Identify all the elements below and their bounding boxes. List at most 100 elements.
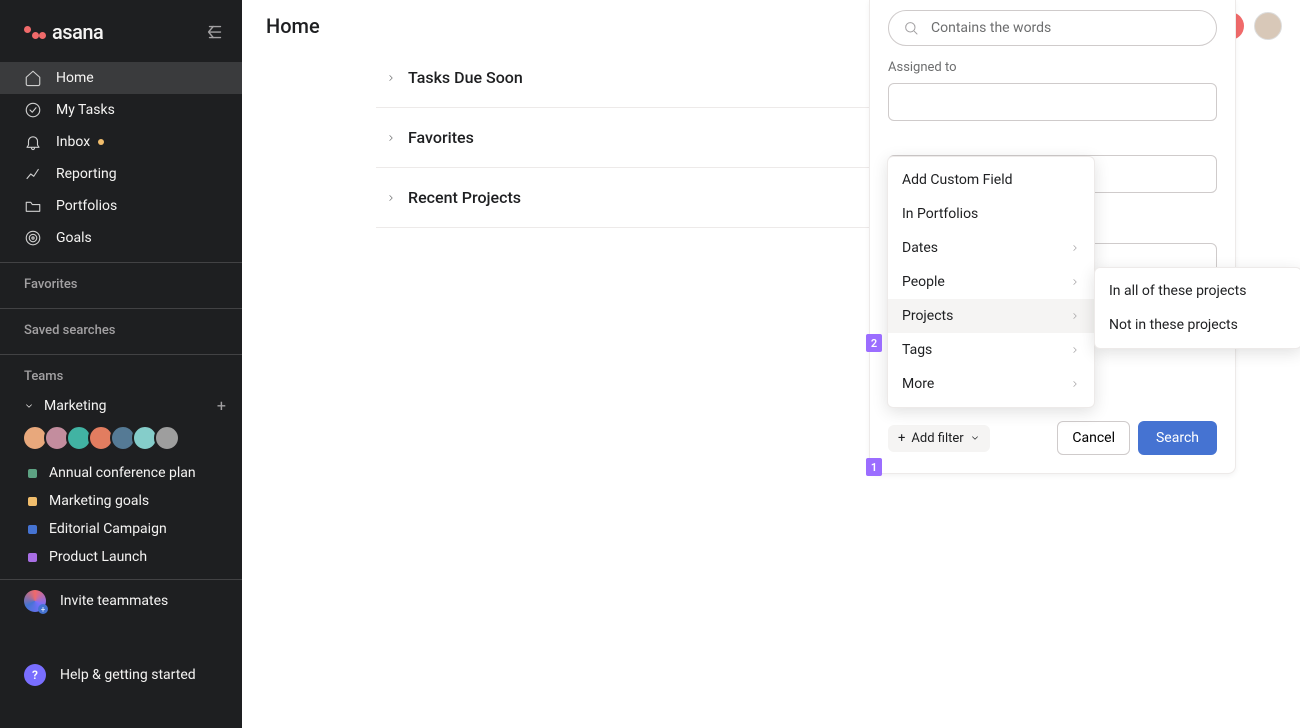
add-filter-button[interactable]: + Add filter xyxy=(888,425,990,452)
menu-label: Add Custom Field xyxy=(902,172,1013,188)
menu-in-portfolios[interactable]: In Portfolios xyxy=(888,197,1094,231)
logo-text: asana xyxy=(52,20,103,44)
filter-menu: Add Custom Field In Portfolios Dates Peo… xyxy=(887,156,1095,408)
projects-submenu: In all of these projects Not in these pr… xyxy=(1094,267,1300,349)
invite-teammates[interactable]: Invite teammates xyxy=(0,580,242,622)
menu-label: Not in these projects xyxy=(1109,317,1238,333)
chevron-right-icon xyxy=(386,73,396,83)
project-label: Product Launch xyxy=(49,549,147,565)
team-name: Marketing xyxy=(44,398,107,414)
menu-label: People xyxy=(902,274,945,290)
main-content: Home Tasks Due Soon Favorites Recent Pro… xyxy=(242,0,1300,728)
menu-people[interactable]: People xyxy=(888,265,1094,299)
chevron-right-icon xyxy=(1070,311,1080,321)
inbox-unread-dot xyxy=(98,139,104,145)
nav-my-tasks[interactable]: My Tasks xyxy=(0,94,242,126)
add-filter-label: Add filter xyxy=(911,431,963,446)
project-label: Marketing goals xyxy=(49,493,149,509)
plus-icon: + xyxy=(898,431,905,446)
help-getting-started[interactable]: ? Help & getting started xyxy=(0,652,242,698)
nav-list: Home My Tasks Inbox Reporting Portfolios… xyxy=(0,62,242,254)
search-panel-footer: + Add filter Cancel Search xyxy=(888,421,1217,455)
menu-label: Dates xyxy=(902,240,938,256)
chevron-right-icon xyxy=(386,193,396,203)
search-icon xyxy=(903,20,919,36)
nav-inbox[interactable]: Inbox xyxy=(0,126,242,158)
project-editorial-campaign[interactable]: Editorial Campaign xyxy=(0,515,242,543)
menu-tags[interactable]: Tags xyxy=(888,333,1094,367)
add-project-icon[interactable]: + xyxy=(217,396,226,415)
team-avatars xyxy=(0,419,242,459)
favorites-section-header[interactable]: Favorites xyxy=(0,263,242,300)
chevron-right-icon xyxy=(386,133,396,143)
invite-label: Invite teammates xyxy=(60,593,168,609)
chevron-right-icon xyxy=(1070,277,1080,287)
sidebar: asana Home My Tasks Inbox Reporting Port… xyxy=(0,0,242,728)
menu-label: More xyxy=(902,376,934,392)
submenu-not-in-projects[interactable]: Not in these projects xyxy=(1095,308,1300,342)
folder-icon xyxy=(24,197,42,215)
sidebar-header: asana xyxy=(0,0,242,62)
chevron-right-icon xyxy=(1070,243,1080,253)
user-avatar[interactable] xyxy=(1254,12,1282,40)
nav-portfolios[interactable]: Portfolios xyxy=(0,190,242,222)
bell-icon xyxy=(24,133,42,151)
teams-section-header: Teams xyxy=(0,355,242,392)
project-color-dot xyxy=(28,525,37,534)
section-title: Tasks Due Soon xyxy=(408,68,523,87)
nav-reporting[interactable]: Reporting xyxy=(0,158,242,190)
nav-label: Reporting xyxy=(56,166,117,182)
menu-dates[interactable]: Dates xyxy=(888,231,1094,265)
check-circle-icon xyxy=(24,101,42,119)
menu-label: Tags xyxy=(902,342,932,358)
menu-label: In Portfolios xyxy=(902,206,978,222)
nav-home[interactable]: Home xyxy=(0,62,242,94)
menu-add-custom-field[interactable]: Add Custom Field xyxy=(888,163,1094,197)
assigned-to-label: Assigned to xyxy=(888,60,1217,75)
logo[interactable]: asana xyxy=(24,20,103,44)
page-title: Home xyxy=(266,14,320,38)
section-title: Favorites xyxy=(408,128,474,147)
search-button[interactable]: Search xyxy=(1138,421,1217,455)
nav-label: Goals xyxy=(56,230,92,246)
chevron-right-icon xyxy=(1070,379,1080,389)
avatar[interactable] xyxy=(154,425,180,451)
saved-searches-section-header[interactable]: Saved searches xyxy=(0,309,242,346)
nav-label: Portfolios xyxy=(56,198,117,214)
chevron-right-icon xyxy=(1070,345,1080,355)
nav-label: Inbox xyxy=(56,134,90,150)
chevron-down-icon xyxy=(24,401,34,411)
callout-badge-2: 2 xyxy=(866,334,882,352)
search-input-wrap[interactable] xyxy=(888,10,1217,46)
nav-label: My Tasks xyxy=(56,102,115,118)
help-icon: ? xyxy=(24,664,46,686)
menu-label: In all of these projects xyxy=(1109,283,1246,299)
cancel-button[interactable]: Cancel xyxy=(1057,421,1130,455)
logo-icon xyxy=(24,29,46,36)
callout-badge-1: 1 xyxy=(866,458,882,476)
project-annual-conference[interactable]: Annual conference plan xyxy=(0,459,242,487)
target-icon xyxy=(24,229,42,247)
assigned-to-input[interactable] xyxy=(888,83,1217,121)
invite-icon xyxy=(24,590,46,612)
project-product-launch[interactable]: Product Launch xyxy=(0,543,242,571)
project-label: Editorial Campaign xyxy=(49,521,167,537)
chevron-down-icon xyxy=(970,433,980,443)
menu-more[interactable]: More xyxy=(888,367,1094,401)
search-input[interactable] xyxy=(931,20,1202,36)
submenu-in-all-projects[interactable]: In all of these projects xyxy=(1095,274,1300,308)
project-color-dot xyxy=(28,553,37,562)
project-label: Annual conference plan xyxy=(49,465,196,481)
project-marketing-goals[interactable]: Marketing goals xyxy=(0,487,242,515)
team-row-marketing[interactable]: Marketing + xyxy=(0,392,242,419)
help-label: Help & getting started xyxy=(60,667,196,683)
nav-goals[interactable]: Goals xyxy=(0,222,242,254)
home-icon xyxy=(24,69,42,87)
project-color-dot xyxy=(28,469,37,478)
menu-label: Projects xyxy=(902,308,953,324)
collapse-sidebar-icon[interactable] xyxy=(204,21,226,43)
menu-projects[interactable]: Projects xyxy=(888,299,1094,333)
project-color-dot xyxy=(28,497,37,506)
nav-label: Home xyxy=(56,70,94,86)
chart-icon xyxy=(24,165,42,183)
